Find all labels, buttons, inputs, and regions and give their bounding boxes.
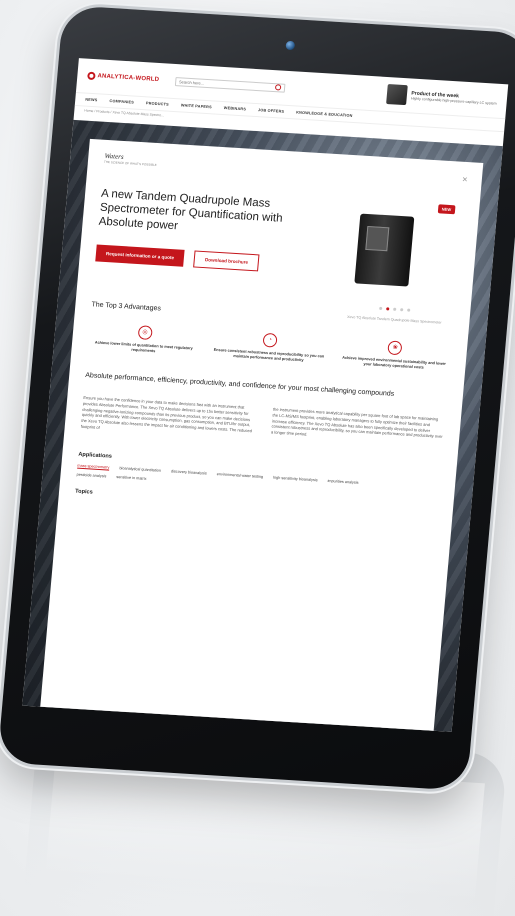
advantage-item: ◔ Ensure consistent robustness and repro… <box>213 330 327 365</box>
advantage-item: ❀ Achieve improved environmental sustain… <box>338 338 452 373</box>
tag-link[interactable]: high sensitivity bioanalysis <box>273 475 318 483</box>
product-of-week-text: Product of the week Highly configurable … <box>411 90 497 105</box>
logo-icon <box>87 71 96 81</box>
carousel-dot[interactable] <box>393 307 397 311</box>
carousel-dot[interactable] <box>400 308 404 312</box>
section-col-right: the instrument provides more analytical … <box>270 406 443 440</box>
bookmark-icon[interactable]: ✕ <box>462 176 469 184</box>
advantage-item: ◎ Achieve lower limits of quantitation t… <box>87 323 201 358</box>
tag-link[interactable]: mass spectrometry <box>77 463 110 471</box>
leaf-icon: ❀ <box>387 340 403 356</box>
target-icon: ◎ <box>137 325 153 341</box>
nav-job-offers[interactable]: JOB OFFERS <box>258 108 285 114</box>
tag-link[interactable]: pesticide analysis <box>76 472 106 478</box>
advantage-text: Achieve lower limits of quantitation to … <box>94 340 193 354</box>
tag-link[interactable]: impurities analysis <box>327 479 358 486</box>
nav-news[interactable]: NEWS <box>85 98 98 103</box>
tablet: ANALYTICA-WORLD Product of the week High… <box>0 5 515 791</box>
product-title: A new Tandem Quadrupole Mass Spectromete… <box>98 187 284 232</box>
download-brochure-button[interactable]: Download brochure <box>193 250 260 272</box>
advantage-text: Achieve improved environmental sustainab… <box>342 356 447 370</box>
new-badge: NEW <box>437 204 456 215</box>
tag-link[interactable]: environmental water testing <box>216 472 264 480</box>
carousel-dot[interactable] <box>407 308 411 312</box>
stage: ANALYTICA-WORLD Product of the week High… <box>0 0 515 916</box>
search-icon[interactable] <box>274 84 282 91</box>
carousel-dots <box>379 306 411 312</box>
section-columns: Ensure you have the confidence in your d… <box>81 395 445 452</box>
tablet-screen: ANALYTICA-WORLD Product of the week High… <box>22 58 509 732</box>
advantage-text: Ensure consistent robustness and reprodu… <box>213 348 325 363</box>
advantages-row: ◎ Achieve lower limits of quantitation t… <box>87 323 451 373</box>
logo-text: ANALYTICA-WORLD <box>97 73 160 84</box>
nav-webinars[interactable]: WEBINARS <box>224 106 247 111</box>
nav-products[interactable]: PRODUCTS <box>146 101 169 106</box>
section-col-left: Ensure you have the confidence in your d… <box>80 394 253 434</box>
request-info-button[interactable]: Request information or a quote <box>95 244 185 268</box>
nav-companies[interactable]: COMPANIES <box>109 99 134 104</box>
product-image[interactable] <box>354 213 415 287</box>
search-box[interactable] <box>174 76 286 93</box>
nav-white-papers[interactable]: WHITE PAPERS <box>181 103 212 109</box>
product-of-week[interactable]: Product of the week Highly configurable … <box>386 84 497 111</box>
tag-link[interactable]: sensitive in matrix <box>116 475 146 481</box>
search-input[interactable] <box>178 78 260 89</box>
product-card: Waters THE SCIENCE OF WHAT'S POSSIBLE ✕ … <box>39 138 484 732</box>
tag-link[interactable]: discovery bioanalysis <box>171 469 207 476</box>
site-logo[interactable]: ANALYTICA-WORLD <box>87 71 160 84</box>
nav-knowledge[interactable]: KNOWLEDGE & EDUCATION <box>296 110 353 117</box>
tag-link[interactable]: bioanalytical quantitation <box>119 466 161 474</box>
product-of-week-image <box>386 84 409 106</box>
carousel-dot-active[interactable] <box>386 307 390 311</box>
carousel-dot[interactable] <box>379 306 383 311</box>
gauge-icon: ◔ <box>262 333 278 349</box>
